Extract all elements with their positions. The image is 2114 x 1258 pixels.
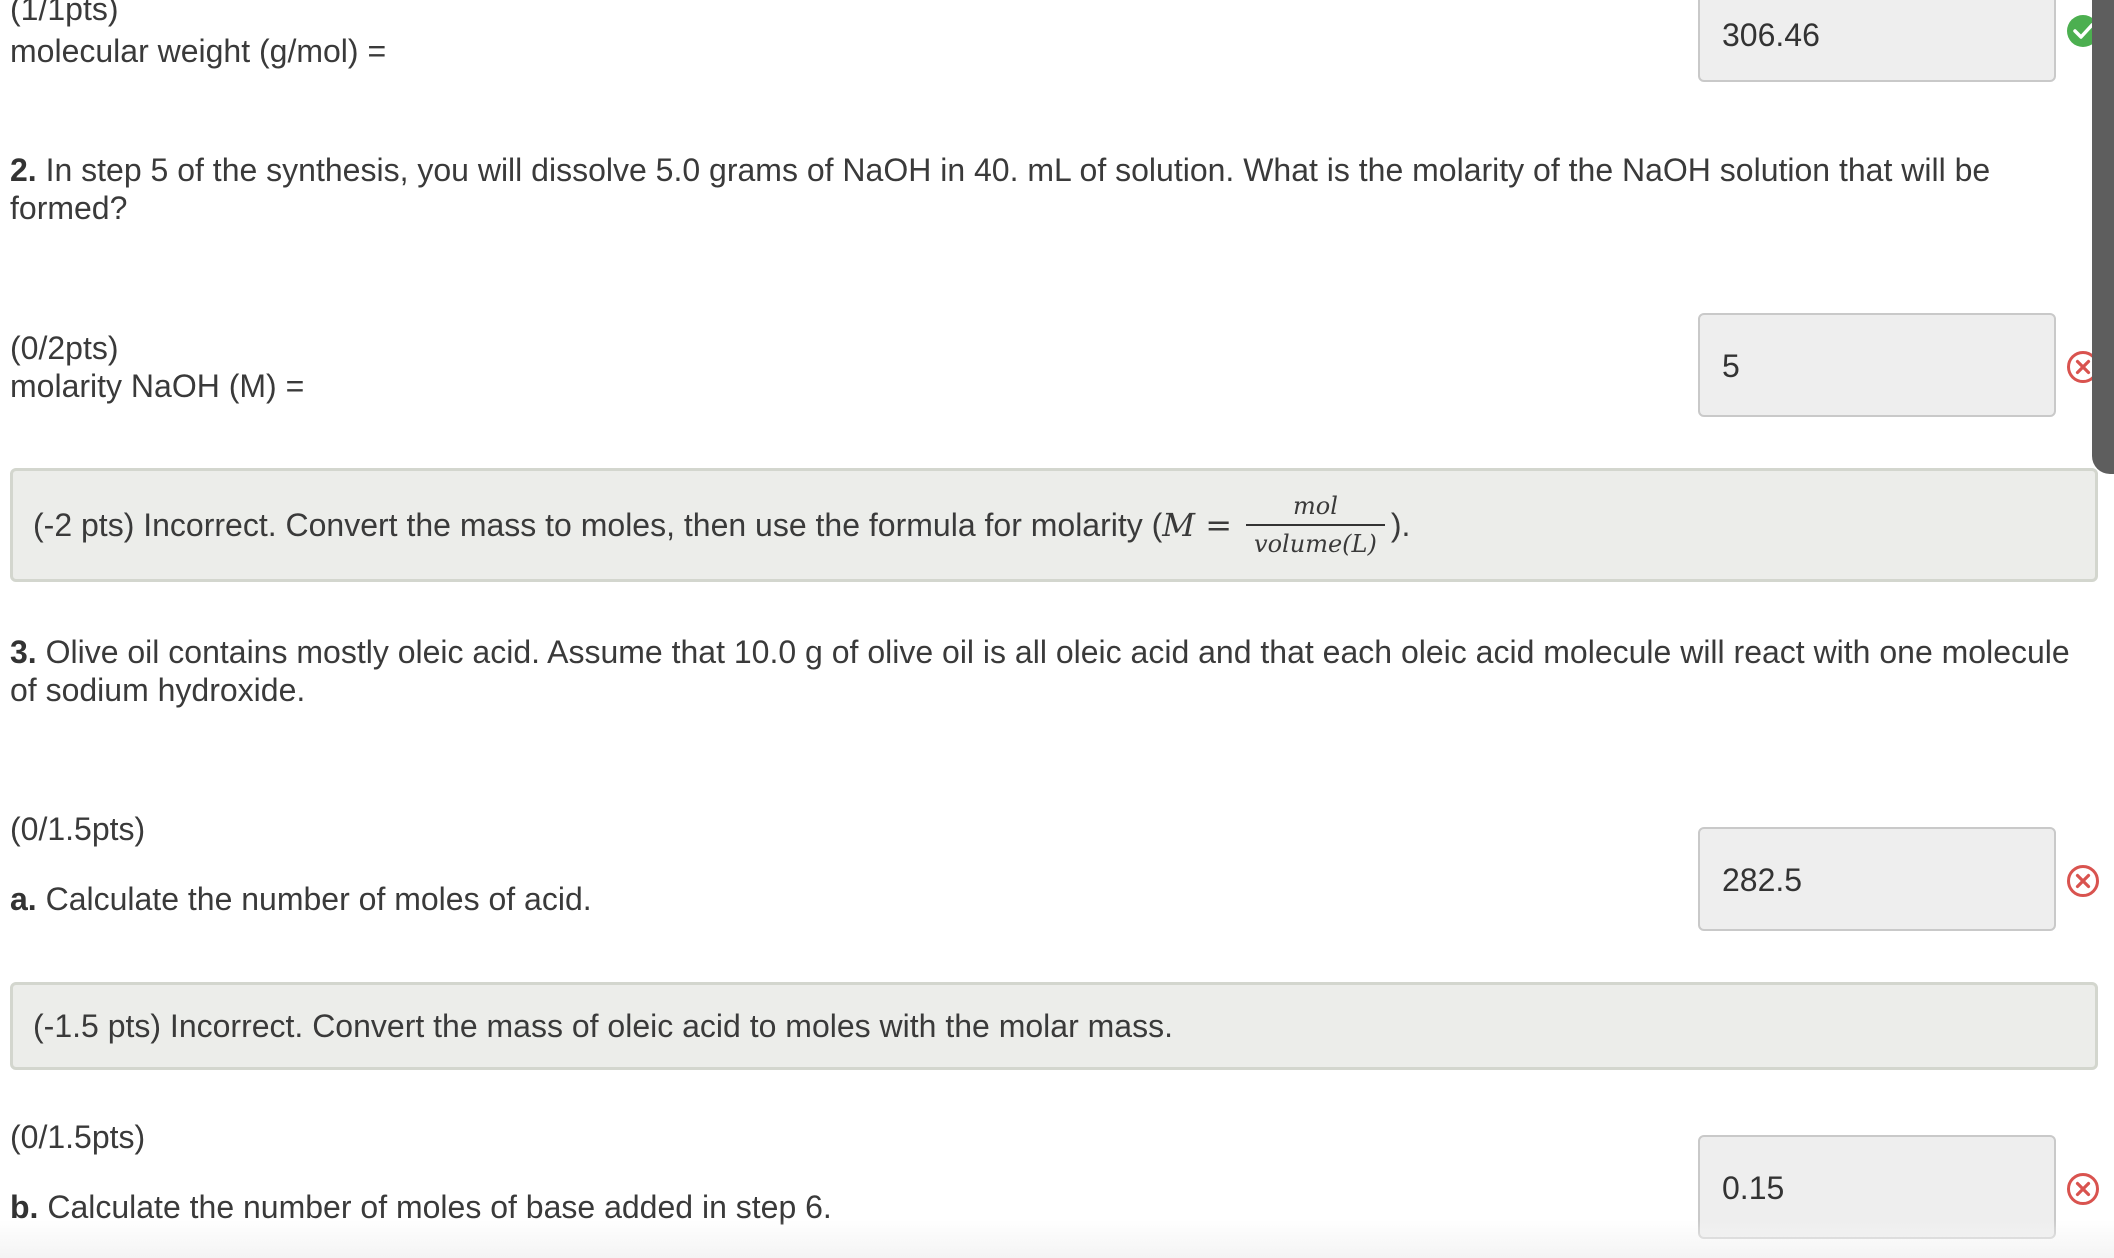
question-body: Olive oil contains mostly oleic acid. As… (10, 634, 2070, 708)
answer-value: 5 (1722, 348, 1740, 384)
feedback-box: (-1.5 pts) Incorrect. Convert the mass o… (10, 982, 2098, 1070)
question-body: In step 5 of the synthesis, you will dis… (10, 152, 1991, 226)
question-number: 3. (10, 634, 37, 670)
x-circle-icon (2067, 865, 2099, 897)
answer-input[interactable]: 282.5 (1698, 827, 2056, 931)
answer-value: 306.46 (1722, 17, 1820, 53)
question-label: molecular weight (g/mol) = (10, 33, 387, 69)
part-body: Calculate the number of moles of acid. (45, 881, 592, 917)
feedback-text: (-1.5 pts) Incorrect. Convert the mass o… (33, 1008, 1173, 1044)
question-2-text: 2. In step 5 of the synthesis, you will … (10, 151, 2080, 227)
points-label: (0/1.5pts) (10, 811, 146, 847)
part-letter: a. (10, 881, 37, 917)
assignment-page: (1/1pts) molecular weight (g/mol) = 306.… (0, 0, 2114, 1258)
question-label: molarity NaOH (M) = (10, 368, 305, 404)
formula-numerator: mol (1292, 492, 1338, 520)
formula-lhs: M = (1162, 506, 1233, 544)
scrollbar[interactable] (2092, 0, 2114, 474)
feedback-suffix: ). (1390, 507, 1411, 543)
answer-value: 0.15 (1722, 1170, 1785, 1206)
x-circle-icon (2067, 1173, 2099, 1205)
formula-fraction: mol volume(L) (1246, 492, 1385, 558)
bottom-shadow (0, 1220, 2114, 1258)
part-a-text: a. Calculate the number of moles of acid… (10, 880, 592, 918)
points-label: (0/2pts) (10, 330, 119, 366)
formula-denominator: volume(L) (1246, 524, 1385, 558)
points-label: (1/1pts) (10, 0, 119, 27)
feedback-box: (-2 pts) Incorrect. Convert the mass to … (10, 468, 2098, 582)
question-3-text: 3. Olive oil contains mostly oleic acid.… (10, 633, 2080, 709)
feedback-text: (-2 pts) Incorrect. Convert the mass to … (33, 507, 1163, 543)
question-number: 2. (10, 152, 37, 188)
answer-input[interactable]: 5 (1698, 313, 2056, 417)
answer-input[interactable]: 306.46 (1698, 0, 2056, 82)
answer-value: 282.5 (1722, 862, 1803, 898)
points-label: (0/1.5pts) (10, 1119, 146, 1155)
